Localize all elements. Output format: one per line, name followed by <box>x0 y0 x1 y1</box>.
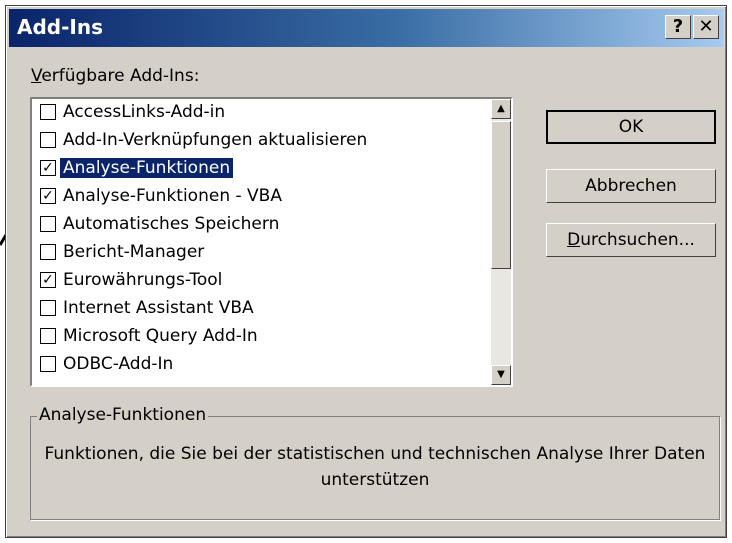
checkbox[interactable] <box>40 216 56 232</box>
list-item-label: Analyse-Funktionen - VBA <box>63 186 282 206</box>
description-groupbox: Analyse-Funktionen Funktionen, die Sie b… <box>30 405 720 520</box>
checkbox[interactable]: ✓ <box>40 272 56 288</box>
list-item-label: Eurowährungs-Tool <box>63 270 223 290</box>
scroll-down-icon[interactable]: ▼ <box>491 365 511 385</box>
checkbox[interactable] <box>40 244 56 260</box>
accesskey-d: D <box>567 230 581 250</box>
label-rest: erfügbare Add-Ins: <box>41 66 200 86</box>
cancel-button[interactable]: Abbrechen <box>546 169 716 203</box>
list-item[interactable]: ✓ Analyse-Funktionen <box>38 157 488 181</box>
checkbox[interactable] <box>40 300 56 316</box>
checkbox[interactable] <box>40 328 56 344</box>
vertical-scrollbar[interactable]: ▲ ▼ <box>491 99 511 385</box>
close-button[interactable]: ✕ <box>693 15 719 39</box>
list-item-label: ODBC-Add-In <box>63 354 174 374</box>
list-item-label: Internet Assistant VBA <box>63 298 254 318</box>
list-item[interactable]: Internet Assistant VBA <box>38 297 488 321</box>
list-item[interactable]: AccessLinks-Add-in <box>38 101 488 125</box>
list-item[interactable]: ✓ Analyse-Funktionen - VBA <box>38 185 488 209</box>
available-addins-label: Verfügbare Add-Ins: <box>31 66 199 86</box>
list-item-label: Add-In-Verknüpfungen aktualisieren <box>63 130 368 150</box>
list-item[interactable]: Automatisches Speichern <box>38 213 488 237</box>
scroll-thumb[interactable] <box>491 121 511 269</box>
ok-button[interactable]: OK <box>546 110 716 144</box>
list-item-label: Microsoft Query Add-In <box>63 326 258 346</box>
list-item[interactable]: ODBC-Add-In <box>38 353 488 377</box>
description-text: Funktionen, die Sie bei der statistische… <box>44 444 706 490</box>
list-item[interactable]: Add-In-Verknüpfungen aktualisieren <box>38 129 488 153</box>
description-title: Analyse-Funktionen <box>37 405 209 425</box>
checkbox[interactable] <box>40 356 56 372</box>
list-item-label: AccessLinks-Add-in <box>63 102 226 122</box>
title-bar[interactable]: Add-Ins ? ✕ <box>9 9 723 47</box>
window-title: Add-Ins <box>17 15 103 39</box>
scroll-up-icon[interactable]: ▲ <box>491 99 511 119</box>
list-item-label: Analyse-Funktionen <box>60 158 234 178</box>
help-button[interactable]: ? <box>665 15 691 39</box>
accesskey-v: V <box>31 66 42 86</box>
list-item-label: Bericht-Manager <box>63 242 205 262</box>
list-item[interactable]: Microsoft Query Add-In <box>38 325 488 349</box>
addins-listbox[interactable]: AccessLinks-Add-in Add-In-Verknüpfungen a… <box>30 97 513 387</box>
browse-label-rest: urchsuchen... <box>580 230 695 250</box>
checkbox[interactable]: ✓ <box>40 188 56 204</box>
list-item[interactable]: Bericht-Manager <box>38 241 488 265</box>
list-item[interactable]: ✓ Eurowährungs-Tool <box>38 269 488 293</box>
add-ins-dialog: Add-Ins ? ✕ Verfügbare Add-Ins: AccessLi… <box>5 5 727 538</box>
checkbox[interactable] <box>40 104 56 120</box>
checkbox[interactable] <box>40 132 56 148</box>
checkbox[interactable]: ✓ <box>40 160 56 176</box>
list-item-label: Automatisches Speichern <box>63 214 280 234</box>
browse-button[interactable]: Durchsuchen... <box>546 223 716 257</box>
